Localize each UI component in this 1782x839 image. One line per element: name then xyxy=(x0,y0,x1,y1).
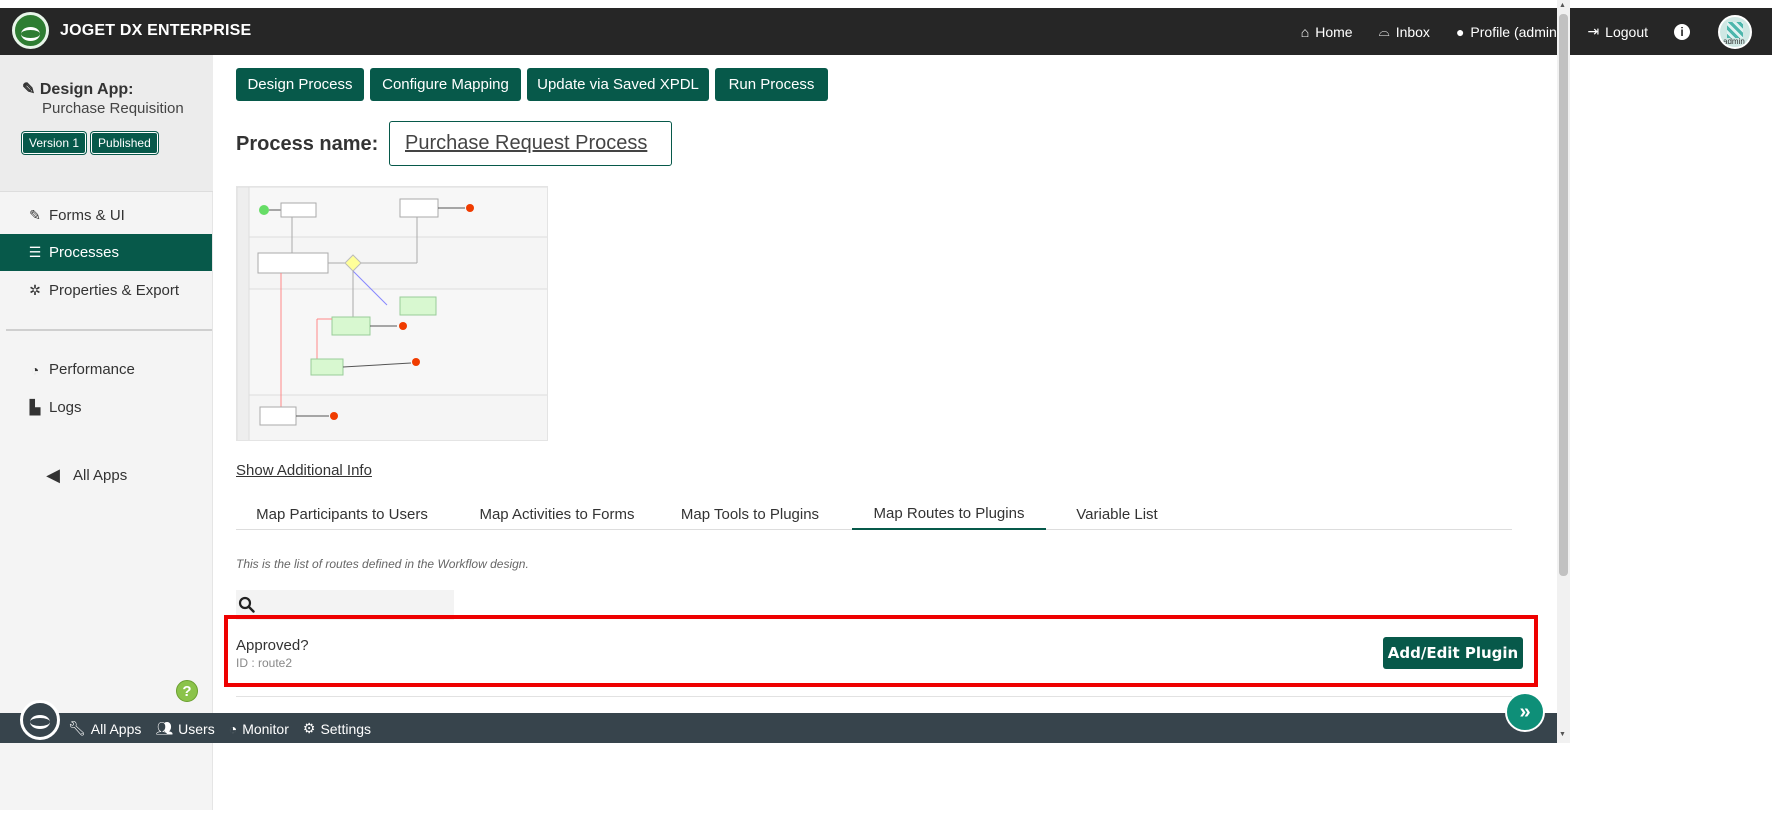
search-icon xyxy=(238,596,255,613)
sidebar-item-forms[interactable]: ✎ Forms & UI xyxy=(0,197,212,234)
main-content: Design Process Configure Mapping Update … xyxy=(214,55,1557,810)
tab-map-participants[interactable]: Map Participants to Users xyxy=(236,498,448,530)
user-icon: ● xyxy=(1455,23,1465,40)
scrollbar-thumb[interactable] xyxy=(1559,14,1568,576)
sidebar-item-logs[interactable]: ▙ Logs xyxy=(0,389,212,426)
gear-icon: ✲ xyxy=(29,282,41,298)
process-name-field[interactable]: Purchase Request Process xyxy=(389,121,672,166)
dashboard-icon: ◔ xyxy=(30,361,40,378)
sidebar: ✎ Design App: Purchase Requisition Versi… xyxy=(0,55,213,810)
dashboard-icon: ◔ xyxy=(228,720,238,737)
sidebar-item-label: Processes xyxy=(49,244,120,261)
cogs-icon: ⚙ xyxy=(302,720,316,736)
sidebar-item-label: Properties & Export xyxy=(49,282,180,299)
app-name[interactable]: Purchase Requisition xyxy=(42,100,184,117)
add-edit-plugin-button[interactable]: Add/Edit Plugin xyxy=(1383,637,1523,669)
sidebar-item-properties[interactable]: ✲ Properties & Export xyxy=(0,272,212,309)
avatar-label: admin xyxy=(1723,36,1745,46)
update-xpdl-button[interactable]: Update via Saved XPDL xyxy=(527,68,709,101)
list-icon: ☰ xyxy=(28,244,42,260)
scroll-icon: ▙ xyxy=(29,399,41,415)
avatar[interactable]: admin xyxy=(1718,14,1752,49)
run-process-button[interactable]: Run Process xyxy=(715,68,828,101)
routes-description: This is the list of routes defined in th… xyxy=(236,557,529,571)
version-badges: Version 1 Published xyxy=(22,132,158,154)
sidebar-item-label: Logs xyxy=(49,399,82,416)
admin-link-label: All Apps xyxy=(90,720,142,737)
top-nav-links: ⌂ Home ⌓ Inbox ● Profile (admin) ⇥ Logout i … xyxy=(1301,8,1772,55)
process-diagram-thumbnail[interactable] xyxy=(236,186,548,441)
admin-settings-link[interactable]: ⚙ Settings xyxy=(303,720,371,737)
scroll-up-arrow-icon[interactable]: ▲ xyxy=(1559,2,1566,9)
logout-label: Logout xyxy=(1605,23,1648,40)
sign-out-icon: ⇥ xyxy=(1587,23,1600,39)
published-badge[interactable]: Published xyxy=(91,132,158,154)
help-icon[interactable]: ? xyxy=(176,680,198,702)
expand-panel-button[interactable]: » xyxy=(1505,692,1545,732)
route-row-highlighted: Approved? ID : route2 Add/Edit Plugin xyxy=(224,615,1538,687)
mapping-tabs: Map Participants to Users Map Activities… xyxy=(236,498,1512,530)
sidebar-item-processes[interactable]: ☰ Processes xyxy=(0,234,212,271)
logout-link[interactable]: ⇥ Logout xyxy=(1587,23,1648,40)
users-icon: 👥︎ xyxy=(155,720,174,736)
configure-mapping-button[interactable]: Configure Mapping xyxy=(370,68,521,101)
admin-all-apps-link[interactable]: 🔧︎ All Apps xyxy=(68,720,141,737)
sidebar-item-label: Performance xyxy=(49,361,135,378)
design-app-title[interactable]: ✎ Design App: xyxy=(22,79,133,99)
admin-link-label: Monitor xyxy=(242,720,289,737)
design-process-button[interactable]: Design Process xyxy=(236,68,364,101)
sidebar-all-apps[interactable]: ◀ All Apps xyxy=(0,457,212,494)
profile-label: Profile (admin) xyxy=(1470,23,1562,40)
browser-chrome-strip xyxy=(0,0,1782,8)
home-label: Home xyxy=(1315,23,1353,40)
show-additional-info-link[interactable]: Show Additional Info xyxy=(236,462,372,479)
brand-title[interactable]: JOGET DX ENTERPRISE xyxy=(60,22,251,40)
profile-link[interactable]: ● Profile (admin) xyxy=(1456,24,1562,40)
home-icon: ⌂ xyxy=(1300,23,1310,40)
joget-logo-icon[interactable] xyxy=(20,700,60,740)
app-info-box: ✎ Design App: Purchase Requisition Versi… xyxy=(0,55,213,192)
tab-map-routes[interactable]: Map Routes to Plugins xyxy=(852,498,1046,530)
admin-link-label: Users xyxy=(178,720,215,737)
admin-users-link[interactable]: 👥︎ Users xyxy=(155,720,214,737)
sidebar-item-label: Forms & UI xyxy=(49,207,125,224)
inbox-label: Inbox xyxy=(1395,23,1430,40)
process-diagram-svg xyxy=(237,187,547,440)
wrench-icon: 🔧︎ xyxy=(68,720,86,736)
design-app-label: Design App: xyxy=(39,81,134,98)
admin-monitor-link[interactable]: ◔ Monitor xyxy=(229,720,289,737)
version-badge[interactable]: Version 1 xyxy=(22,132,87,154)
sidebar-item-performance[interactable]: ◔ Performance xyxy=(0,351,212,388)
sidebar-divider xyxy=(6,329,212,331)
all-apps-label: All Apps xyxy=(73,467,128,484)
scroll-down-arrow-icon[interactable]: ▼ xyxy=(1559,731,1566,738)
tab-variable-list[interactable]: Variable List xyxy=(1062,498,1172,530)
top-navbar: JOGET DX ENTERPRISE ⌂ Home ⌓ Inbox ● Profil… xyxy=(0,8,1772,55)
tab-map-tools[interactable]: Map Tools to Plugins xyxy=(666,498,834,530)
edit-icon: ✎ xyxy=(22,81,36,98)
joget-logo-icon[interactable] xyxy=(12,12,49,49)
admin-bar-links: 🔧︎ All Apps 👥︎ Users ◔ Monitor ⚙ Settings xyxy=(68,720,371,737)
route-name: Approved? xyxy=(236,637,309,654)
route-id: ID : route2 xyxy=(236,656,293,670)
admin-bottom-bar: 🔧︎ All Apps 👥︎ Users ◔ Monitor ⚙ Settings xyxy=(0,700,1557,743)
tab-map-activities[interactable]: Map Activities to Forms xyxy=(470,498,644,530)
admin-link-label: Settings xyxy=(320,720,372,737)
info-icon[interactable]: i xyxy=(1674,23,1690,40)
arrow-circle-left-icon: ◀ xyxy=(46,465,60,485)
inbox-link[interactable]: ⌓ Inbox xyxy=(1379,23,1430,40)
home-link[interactable]: ⌂ Home xyxy=(1301,24,1353,40)
process-name-label: Process name: xyxy=(236,133,379,155)
edit-icon: ✎ xyxy=(29,207,41,223)
row-divider xyxy=(236,696,1512,697)
inbox-icon: ⌓ xyxy=(1378,23,1390,39)
